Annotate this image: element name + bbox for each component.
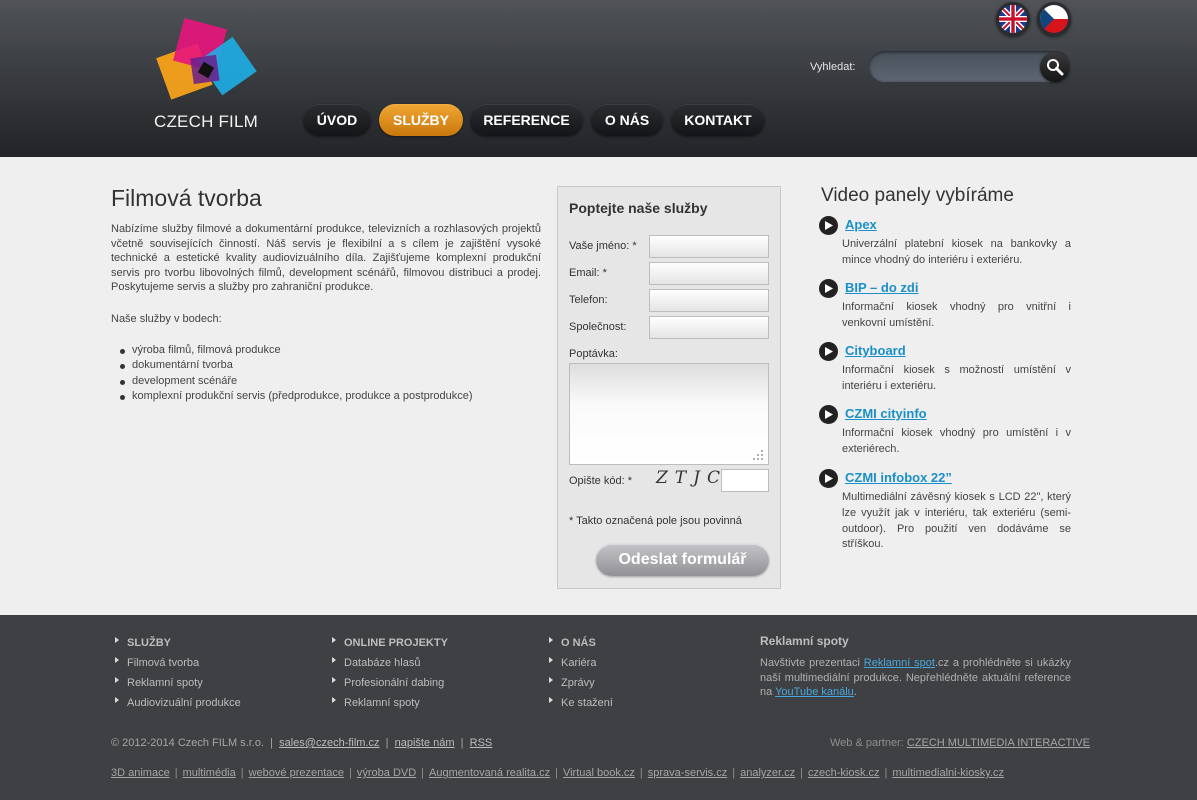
submit-button[interactable]: Odeslat formulář	[596, 544, 769, 576]
nav-kontakt[interactable]: KONTAKT	[671, 104, 765, 136]
bottom-link[interactable]: 3D animace	[111, 767, 170, 779]
company-field[interactable]	[649, 316, 769, 339]
reklamni-spoty-text: Navštivte prezentaci Reklamní spot.cz a …	[760, 657, 1072, 698]
footer-link[interactable]: Ke stažení	[561, 697, 613, 709]
form-title: Poptejte naše služby	[569, 200, 708, 216]
name-label: Vaše jméno: *	[569, 240, 637, 252]
reklamni-spoty-title: Reklamní spoty	[760, 634, 849, 648]
partner-line: Web & partner: CZECH MULTIMEDIA INTERACT…	[830, 737, 1090, 749]
nav-reference[interactable]: REFERENCE	[470, 104, 583, 136]
phone-label: Telefon:	[569, 294, 608, 306]
bullet-icon	[332, 637, 336, 643]
bottom-link[interactable]: analyzer.cz	[740, 767, 795, 779]
panel-link[interactable]: Cityboard	[845, 343, 906, 358]
bottom-link[interactable]: Augmentovaná realita.cz	[429, 767, 550, 779]
bullet-icon	[332, 677, 336, 683]
captcha-label: Opište kód: *	[569, 475, 632, 487]
bottom-link[interactable]: multimedialni-kiosky.cz	[892, 767, 1004, 779]
email-link[interactable]: sales@czech-film.cz	[279, 737, 379, 749]
search-button[interactable]	[1040, 52, 1070, 82]
copyright-line: © 2012-2014 Czech FILM s.r.o. | sales@cz…	[111, 737, 493, 749]
arrow-right-icon	[819, 405, 838, 424]
page-title: Filmová tvorba	[111, 185, 262, 211]
required-note: * Takto označená pole jsou povinná	[569, 515, 742, 527]
arrow-right-icon	[819, 279, 838, 298]
rss-link[interactable]: RSS	[470, 737, 493, 749]
bottom-link[interactable]: multimédia	[183, 767, 236, 779]
bottom-link[interactable]: výroba DVD	[357, 767, 416, 779]
captcha-field[interactable]	[721, 469, 769, 492]
list-item: dokumentární tvorba	[119, 358, 473, 373]
bottom-link[interactable]: webové prezentace	[249, 767, 344, 779]
footer-link[interactable]: Filmová tvorba	[127, 657, 199, 669]
arrow-right-icon	[819, 342, 838, 361]
panel-desc: Multimediální závěsný kiosek s LCD 22", …	[842, 491, 1071, 551]
footer-link[interactable]: Reklamní spoty	[344, 697, 420, 709]
footer-col-title[interactable]: SLUŽBY	[127, 637, 171, 649]
email-field[interactable]	[649, 262, 769, 285]
bottom-link[interactable]: sprava-servis.cz	[648, 767, 727, 779]
nav-uvod[interactable]: ÚVOD	[303, 104, 371, 136]
arrow-right-icon	[819, 469, 838, 488]
services-list: výroba filmů, filmová produkce dokumentá…	[119, 343, 473, 404]
bullet-icon	[115, 677, 119, 683]
youtube-link[interactable]: YouTube kanálu	[775, 686, 854, 698]
list-item: development scénáře	[119, 374, 473, 389]
bottom-link[interactable]: czech-kiosk.cz	[808, 767, 880, 779]
footer-link[interactable]: Reklamní spoty	[127, 677, 203, 689]
panel-link[interactable]: CZMI cityinfo	[845, 406, 927, 421]
bullet-icon	[549, 637, 553, 643]
bullet-icon	[549, 697, 553, 703]
footer-link[interactable]: Databáze hlasů	[344, 657, 420, 669]
logo-text: CZECH FILM	[154, 112, 258, 131]
search-input[interactable]	[879, 57, 1034, 76]
inquiry-label: Poptávka:	[569, 348, 618, 360]
reklamni-spot-link[interactable]: Reklamní spot	[864, 657, 935, 669]
bullet-icon	[115, 657, 119, 663]
nav-sluzby[interactable]: SLUŽBY	[379, 104, 463, 136]
footer-link[interactable]: Kariéra	[561, 657, 596, 669]
en-flag-icon[interactable]	[996, 2, 1030, 36]
panel-link[interactable]: CZMI infobox 22”	[845, 470, 952, 485]
company-label: Společnost:	[569, 321, 627, 333]
panels-title: Video panely vybíráme	[821, 185, 1014, 206]
cz-flag-icon[interactable]	[1037, 2, 1071, 36]
search-label: Vyhledat:	[810, 61, 856, 73]
panel-desc: Informační kiosek vhodný pro umístění i …	[842, 427, 1071, 455]
bullet-icon	[332, 657, 336, 663]
bottom-link[interactable]: Virtual book.cz	[563, 767, 635, 779]
panel-desc: Univerzální platební kiosek na bankovky …	[842, 238, 1071, 266]
arrow-right-icon	[819, 216, 838, 235]
bottom-links: 3D animace | multimédia | webové prezentace |…	[111, 767, 1005, 779]
search-icon	[1047, 59, 1064, 76]
points-title: Naše služby v bodech:	[111, 313, 222, 325]
intro-text: Nabízíme služby filmové a dokumentární p…	[111, 223, 541, 293]
list-item: komplexní produkční servis (předprodukce…	[119, 389, 473, 404]
panel-link[interactable]: BIP – do zdi	[845, 280, 918, 295]
resize-grip-icon[interactable]	[752, 449, 764, 461]
bullet-icon	[549, 657, 553, 663]
email-label: Email: *	[569, 267, 607, 279]
bullet-icon	[115, 697, 119, 703]
list-item: výroba filmů, filmová produkce	[119, 343, 473, 358]
footer-link[interactable]: Zprávy	[561, 677, 595, 689]
inquiry-textarea[interactable]	[569, 363, 769, 465]
footer-col-title[interactable]: ONLINE PROJEKTY	[344, 637, 448, 649]
write-us-link[interactable]: napište nám	[395, 737, 455, 749]
footer-link[interactable]: Audiovizuální produkce	[127, 697, 241, 709]
captcha-code: ZTJC	[656, 468, 727, 488]
panel-link[interactable]: Apex	[845, 217, 877, 232]
name-field[interactable]	[649, 235, 769, 258]
panel-desc: Informační kiosek vhodný pro vnitřní i v…	[842, 301, 1071, 329]
partner-link[interactable]: CZECH MULTIMEDIA INTERACTIVE	[907, 737, 1090, 749]
phone-field[interactable]	[649, 289, 769, 312]
bullet-icon	[549, 677, 553, 683]
footer-col-title[interactable]: O NÁS	[561, 637, 596, 649]
footer-link[interactable]: Profesionální dabing	[344, 677, 444, 689]
bullet-icon	[332, 697, 336, 703]
copyright-text: © 2012-2014 Czech FILM s.r.o.	[111, 737, 265, 749]
panel-desc: Informační kiosek s možností umístění v …	[842, 364, 1071, 392]
bullet-icon	[115, 637, 119, 643]
nav-o-nas[interactable]: O NÁS	[591, 104, 663, 136]
